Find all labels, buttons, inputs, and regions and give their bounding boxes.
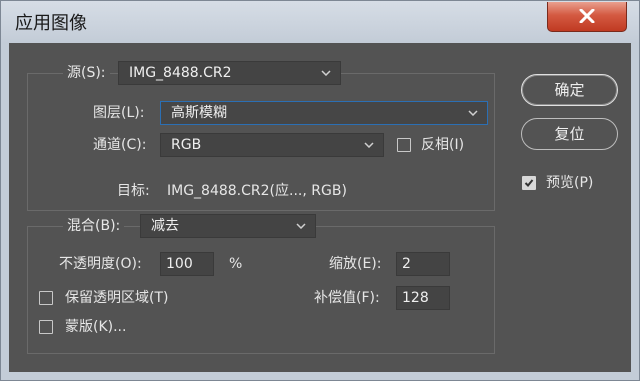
source-select[interactable]: IMG_8488.CR2 xyxy=(118,61,341,85)
opacity-label: 不透明度(O): xyxy=(59,256,142,272)
close-icon xyxy=(579,9,595,23)
mask-checkbox[interactable] xyxy=(39,320,53,334)
title-bar[interactable]: 应用图像 xyxy=(1,1,639,43)
offset-input[interactable]: 128 xyxy=(396,286,450,310)
scale-input[interactable]: 2 xyxy=(396,252,450,276)
chevron-down-icon xyxy=(296,223,306,229)
layer-select-value: 高斯模糊 xyxy=(171,105,227,121)
source-select-value: IMG_8488.CR2 xyxy=(129,65,232,81)
invert-label[interactable]: 反相(I) xyxy=(421,134,464,156)
apply-image-dialog: 应用图像 源(S): IMG_8488.CR2 图层(L): 高斯模糊 通道(C… xyxy=(0,0,640,381)
dialog-body: 源(S): IMG_8488.CR2 图层(L): 高斯模糊 通道(C): RG… xyxy=(9,43,631,372)
scale-label: 缩放(E): xyxy=(329,256,382,272)
mask-label[interactable]: 蒙版(K)... xyxy=(65,316,126,338)
chevron-down-icon xyxy=(468,110,478,116)
preserve-transparency-label[interactable]: 保留透明区域(T) xyxy=(65,287,168,309)
layer-select[interactable]: 高斯模糊 xyxy=(160,101,488,125)
offset-label: 补偿值(F): xyxy=(314,290,380,306)
target-value: IMG_8488.CR2(应..., RGB) xyxy=(167,183,347,199)
chevron-down-icon xyxy=(321,70,331,76)
reset-button[interactable]: 复位 xyxy=(521,118,618,150)
channel-select-value: RGB xyxy=(171,137,202,153)
source-label: 源(S): xyxy=(63,60,110,86)
blending-select[interactable]: 减去 xyxy=(140,214,316,238)
preserve-transparency-checkbox[interactable] xyxy=(39,291,53,305)
blending-select-value: 减去 xyxy=(151,218,179,234)
checkmark-icon xyxy=(524,179,534,187)
dialog-title: 应用图像 xyxy=(15,13,87,34)
blending-label: 混合(B): xyxy=(63,213,125,239)
close-button[interactable] xyxy=(547,2,627,32)
preview-checkbox[interactable] xyxy=(522,176,536,190)
invert-checkbox[interactable] xyxy=(397,138,411,152)
ok-button[interactable]: 确定 xyxy=(521,74,618,106)
chevron-down-icon xyxy=(364,142,374,148)
preview-label[interactable]: 预览(P) xyxy=(546,172,593,194)
opacity-unit: % xyxy=(229,256,243,272)
channel-label: 通道(C): xyxy=(93,137,147,153)
opacity-input[interactable]: 100 xyxy=(160,252,214,276)
layer-label: 图层(L): xyxy=(93,105,145,121)
channel-select[interactable]: RGB xyxy=(160,133,384,157)
target-label: 目标: xyxy=(117,183,150,199)
